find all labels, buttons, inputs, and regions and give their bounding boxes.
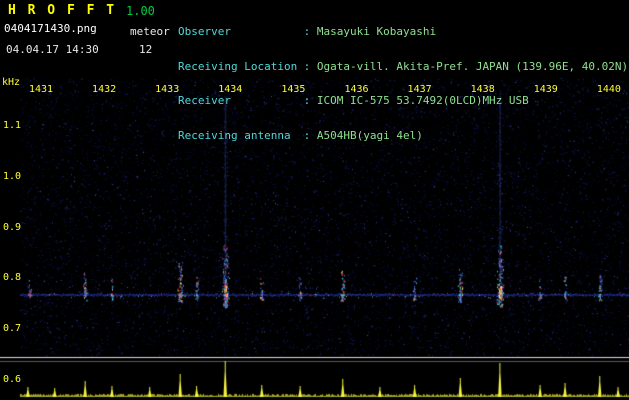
mode-label: meteor <box>130 25 170 38</box>
time-tick-label: 1436 <box>344 84 369 95</box>
time-tick-label: 1431 <box>28 84 54 95</box>
info-line-observer: Observer : Masayuki Kobayashi <box>178 26 628 38</box>
info-colon: : <box>297 25 317 38</box>
info-value: Ogata-vill. Akita-Pref. JAPAN (139.96E, … <box>316 59 629 73</box>
info-label: Receiving Location <box>178 59 298 73</box>
frequency-tick-label: 0.8 <box>3 272 22 284</box>
frequency-tick-label: 0.9 <box>3 221 22 233</box>
info-colon: : <box>297 59 317 73</box>
info-colon: : <box>297 128 317 142</box>
info-value: A504HB(yagi 4el) <box>316 128 423 142</box>
app-version: 1.00 <box>126 4 155 18</box>
frequency-tick-label: 0.6 <box>3 374 22 385</box>
echo-count: 12 <box>139 43 153 56</box>
frequency-axis: 1.1 1.0 0.9 0.8 0.7 0.6 <box>0 0 22 400</box>
info-line-receiver: Receiver : ICOM IC-575 53.7492(0LCD)MHz … <box>178 95 628 107</box>
time-tick-label: 1440 <box>596 84 621 95</box>
time-tick-label: 1432 <box>92 84 117 95</box>
info-value: Masayuki Kobayashi <box>316 25 437 38</box>
info-label: Observer <box>178 25 231 38</box>
info-line-antenna: Receiving antenna : A504HB(yagi 4el) <box>178 128 628 142</box>
frequency-tick-label: 0.7 <box>3 323 22 335</box>
time-tick-label: 1434 <box>218 84 243 95</box>
time-tick-label: 1433 <box>155 84 180 95</box>
time-axis: 1431 1432 1433 1434 1435 1436 1437 1438 1439 1440 <box>0 84 629 96</box>
info-line-location: Receiving Location : Ogata-vill. Akita-P… <box>178 59 629 73</box>
frequency-tick-label: 1.0 <box>3 170 22 182</box>
time-tick-label: 1438 <box>470 84 495 95</box>
info-label: Receiving antenna <box>178 128 291 142</box>
frequency-tick-label: 1.1 <box>3 120 22 131</box>
time-tick-label: 1439 <box>533 84 558 95</box>
info-label: Receiver <box>178 94 231 107</box>
time-tick-label: 1435 <box>281 84 306 95</box>
hrofft-output: H R O F F T 1.00 0404171430.png meteor 0… <box>0 0 629 400</box>
app-title: H R O F F T <box>8 3 117 18</box>
time-tick-label: 1437 <box>407 84 432 95</box>
